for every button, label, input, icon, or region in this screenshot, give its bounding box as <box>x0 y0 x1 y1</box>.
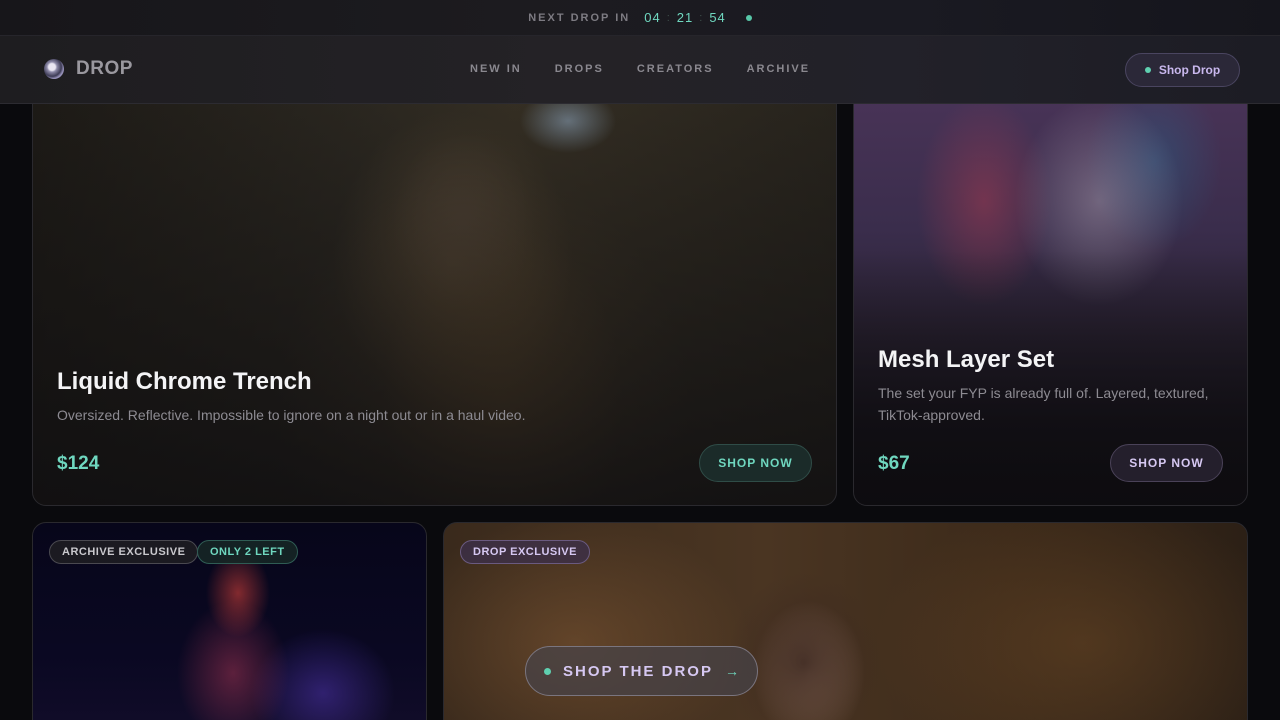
chrome-orb-logo-icon <box>44 59 64 79</box>
countdown-label: NEXT DROP IN <box>528 11 631 24</box>
nav-item-drops[interactable]: DROPS <box>555 63 604 75</box>
countdown-timer: 04 : 21 : 54 <box>644 10 726 25</box>
archive-exclusive-badge: ARCHIVE EXCLUSIVE <box>49 540 199 564</box>
site-header: DROP NEW IN DROPS CREATORS ARCHIVE Shop … <box>0 36 1280 104</box>
product-price: $67 <box>878 453 910 474</box>
nav-item-archive[interactable]: ARCHIVE <box>747 63 811 75</box>
archive-tile[interactable]: ARCHIVE EXCLUSIVE ONLY 2 LEFT <box>32 522 427 720</box>
product-description-line-1: The set your FYP is already full of. Lay… <box>878 385 1209 401</box>
image-overlay <box>854 81 1247 505</box>
countdown-minutes: 21 <box>676 10 694 25</box>
shop-now-button[interactable]: SHOP NOW <box>1110 444 1223 482</box>
drop-exclusive-badge: DROP EXCLUSIVE <box>460 540 590 564</box>
image-overlay <box>33 81 836 505</box>
status-dot-icon <box>1144 67 1151 73</box>
stock-badge: ONLY 2 LEFT <box>197 540 298 564</box>
nav-item-new-in[interactable]: NEW IN <box>470 63 522 75</box>
countdown-separator: : <box>699 11 704 24</box>
shop-drop-label: Shop Drop <box>1158 63 1221 77</box>
countdown-hours: 04 <box>644 10 661 25</box>
product-price: $124 <box>57 453 100 474</box>
main-nav: NEW IN DROPS CREATORS ARCHIVE <box>470 63 810 75</box>
product-title: Mesh Layer Set <box>878 346 1055 373</box>
status-dot-icon <box>544 667 552 675</box>
drop-tile[interactable]: DROP EXCLUSIVE SHOP THE DROP → <box>443 522 1248 720</box>
product-description: Oversized. Reflective. Impossible to ign… <box>57 407 526 423</box>
live-dot-icon <box>745 14 752 21</box>
brand-name: DROP <box>76 58 133 79</box>
product-card-mesh-layer-set[interactable]: Mesh Layer Set The set your FYP is alrea… <box>853 80 1248 506</box>
shop-the-drop-label: SHOP THE DROP <box>563 662 713 680</box>
shop-drop-button[interactable]: Shop Drop <box>1125 53 1240 87</box>
countdown-bar: NEXT DROP IN 04 : 21 : 54 <box>0 0 1280 36</box>
shop-the-drop-button[interactable]: SHOP THE DROP → <box>525 646 758 696</box>
brand-link[interactable]: DROP <box>44 58 133 80</box>
countdown-seconds: 54 <box>709 10 726 25</box>
product-title: Liquid Chrome Trench <box>57 368 312 395</box>
product-card-liquid-chrome-trench[interactable]: Liquid Chrome Trench Oversized. Reflecti… <box>32 80 837 506</box>
countdown-separator: : <box>666 11 671 24</box>
product-description-line-2: TikTok-approved. <box>878 407 985 423</box>
shop-now-button[interactable]: SHOP NOW <box>699 444 812 482</box>
arrow-right-icon: → <box>724 663 739 679</box>
nav-item-creators[interactable]: CREATORS <box>637 63 714 75</box>
